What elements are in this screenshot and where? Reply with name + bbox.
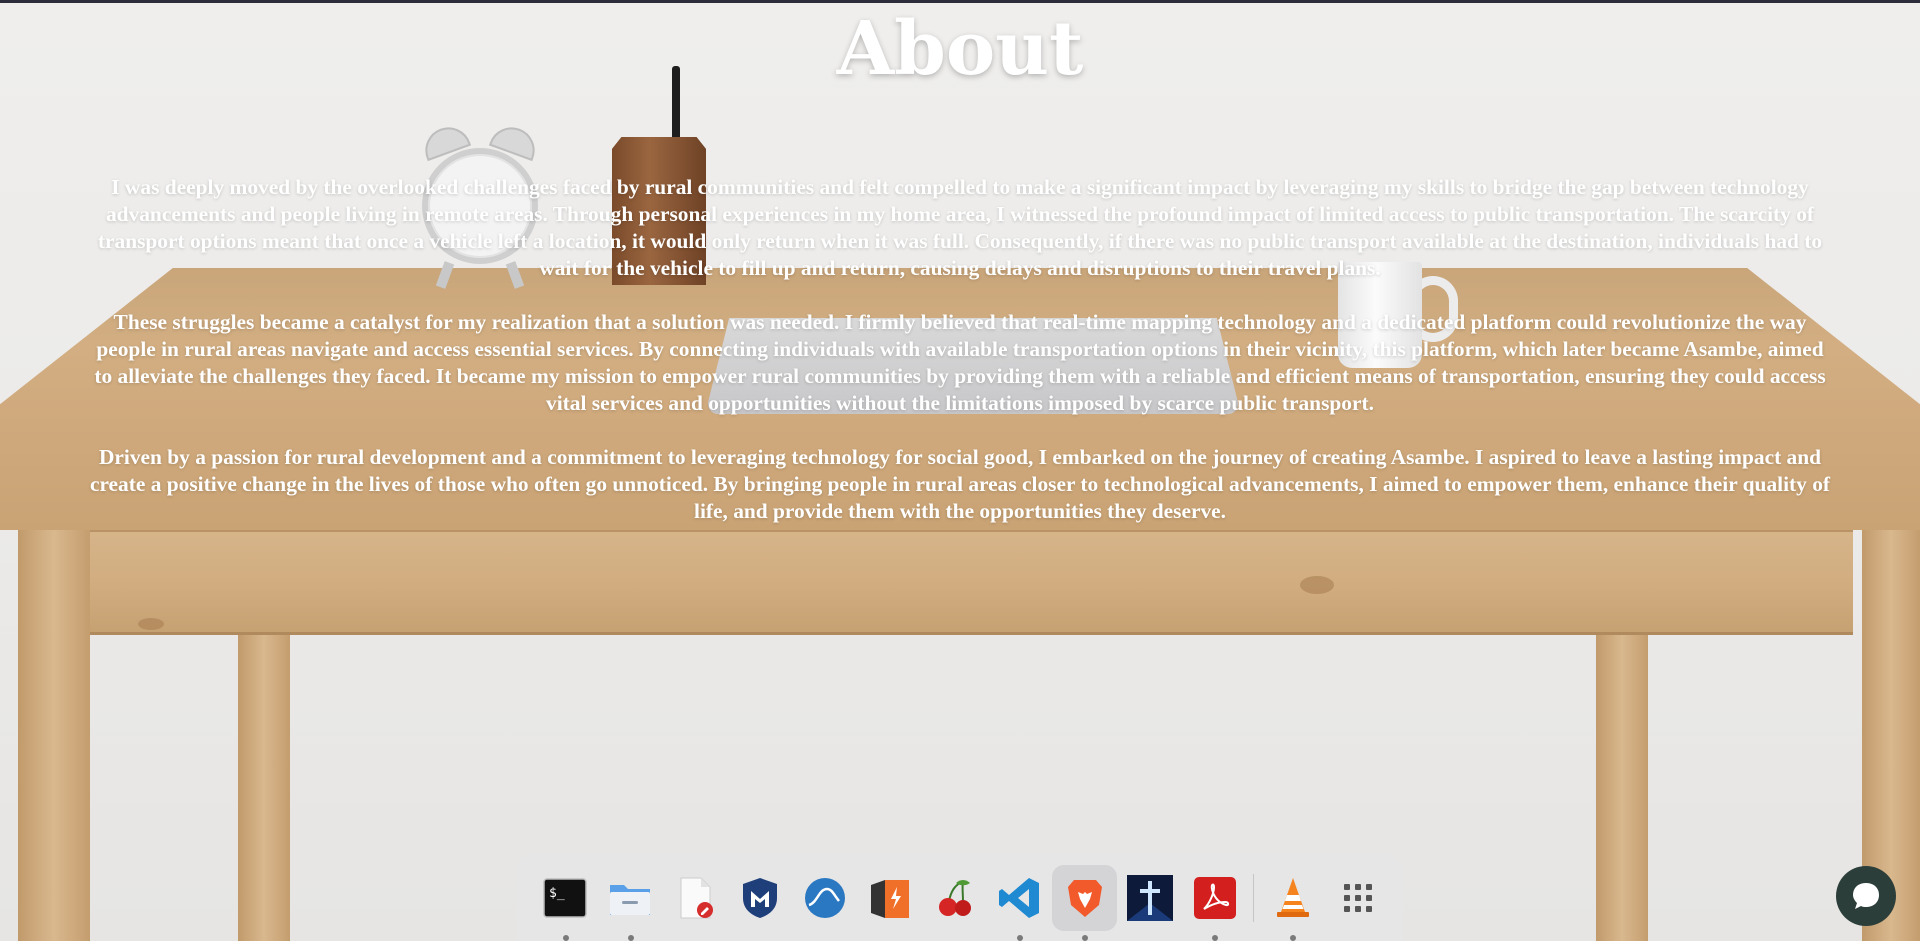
- wood-knot: [138, 618, 164, 630]
- metasploit-icon: [743, 877, 778, 918]
- chat-widget-button[interactable]: [1836, 866, 1896, 926]
- folder-icon: [610, 884, 651, 915]
- dock-item-text-editor[interactable]: [663, 865, 728, 931]
- running-indicator: [1290, 934, 1297, 941]
- dock-item-files[interactable]: [598, 865, 663, 941]
- dock-item-cross-app[interactable]: [1117, 865, 1182, 931]
- running-indicator: [627, 934, 634, 941]
- vscode-icon: [998, 877, 1039, 918]
- dock-item-metasploit[interactable]: [728, 865, 793, 931]
- top-strip: [0, 0, 1920, 3]
- running-indicator: [1017, 934, 1024, 941]
- app-grid-icon: [1343, 883, 1372, 912]
- dock-item-brave-browser[interactable]: [1052, 864, 1118, 941]
- dock-item-vlc[interactable]: [1260, 865, 1325, 941]
- dock-item-pdf-reader[interactable]: [1182, 865, 1247, 941]
- page-title: About: [836, 6, 1084, 92]
- running-indicator: [1082, 934, 1089, 941]
- table-leg: [18, 530, 90, 941]
- about-content: I was deeply moved by the overlooked cha…: [86, 174, 1834, 552]
- running-indicator: [1212, 934, 1219, 941]
- dock-item-vscode[interactable]: [987, 865, 1052, 941]
- about-paragraph: These struggles became a catalyst for my…: [94, 310, 1826, 415]
- cherry-icon: [938, 879, 971, 916]
- table-leg: [1596, 635, 1648, 941]
- cross-icon: [1126, 874, 1173, 921]
- dock-item-app-grid[interactable]: [1325, 865, 1390, 931]
- text-editor-icon: [680, 877, 714, 918]
- brave-lion-icon: [1067, 879, 1102, 917]
- dock-item-terminal[interactable]: $_: [533, 865, 598, 941]
- about-paragraph: I was deeply moved by the overlooked cha…: [97, 175, 1823, 280]
- dock-separator: [1253, 873, 1255, 922]
- pdf-icon: [1193, 876, 1236, 919]
- wireshark-icon: [805, 877, 846, 918]
- dock-item-wireshark[interactable]: [793, 865, 858, 931]
- vlc-cone-icon: [1276, 877, 1309, 917]
- dock-item-burpsuite[interactable]: [858, 865, 923, 931]
- dock-item-cherrytree[interactable]: [923, 865, 988, 931]
- table-leg: [238, 635, 290, 941]
- chat-bubble-icon: [1853, 883, 1879, 909]
- wood-knot: [1300, 576, 1334, 594]
- svg-text:$_: $_: [549, 886, 565, 901]
- running-indicator: [563, 934, 569, 941]
- dock: $_: [517, 854, 1402, 941]
- about-paragraph: Driven by a passion for rural developmen…: [89, 445, 1831, 523]
- terminal-icon: $_: [543, 877, 588, 918]
- burpsuite-icon: [871, 879, 910, 918]
